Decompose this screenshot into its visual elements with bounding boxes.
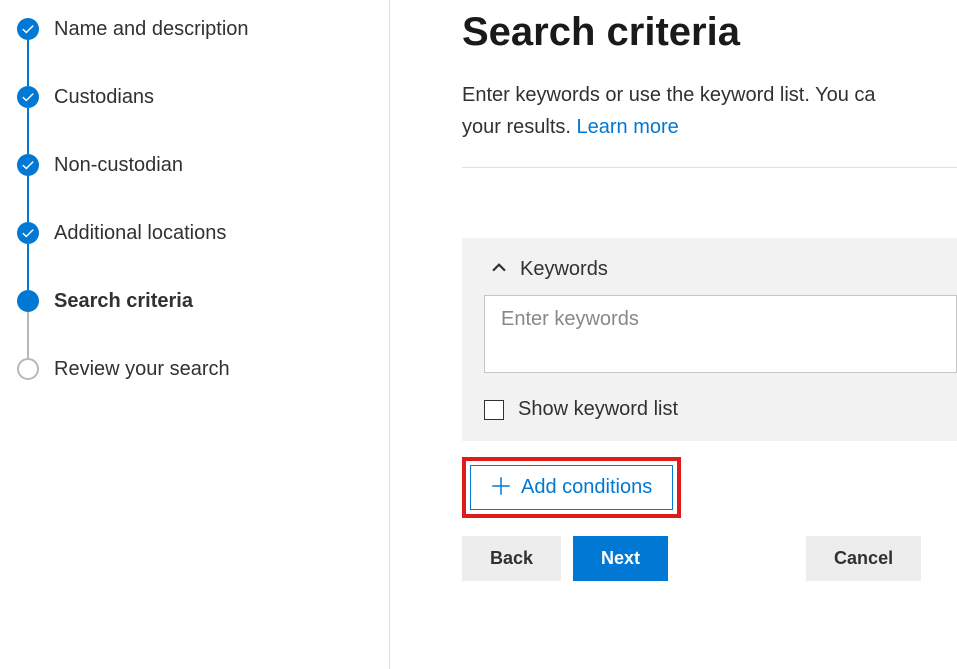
next-button[interactable]: Next bbox=[573, 536, 668, 581]
step-custodians[interactable]: Custodians bbox=[16, 86, 389, 154]
page-title: Search criteria bbox=[462, 10, 957, 55]
step-additional-locations[interactable]: Additional locations bbox=[16, 222, 389, 290]
step-label: Review your search bbox=[40, 358, 230, 380]
learn-more-link[interactable]: Learn more bbox=[576, 116, 678, 138]
add-conditions-button[interactable]: Add conditions bbox=[470, 465, 673, 510]
pending-step-icon bbox=[17, 358, 39, 380]
step-label: Additional locations bbox=[40, 222, 226, 244]
check-icon bbox=[17, 222, 39, 244]
keywords-toggle[interactable]: Keywords bbox=[462, 238, 957, 295]
show-keyword-list-checkbox[interactable] bbox=[484, 400, 504, 420]
check-icon bbox=[17, 154, 39, 176]
active-step-icon bbox=[17, 290, 39, 312]
divider bbox=[462, 167, 957, 168]
step-label: Custodians bbox=[40, 86, 154, 108]
step-review-search[interactable]: Review your search bbox=[16, 358, 389, 380]
wizard-steps: Name and description Custodians bbox=[0, 0, 390, 669]
keywords-section: Keywords Show keyword list bbox=[462, 238, 957, 441]
back-button[interactable]: Back bbox=[462, 536, 561, 581]
step-label: Non-custodian bbox=[40, 154, 183, 176]
check-icon bbox=[17, 86, 39, 108]
step-non-custodian[interactable]: Non-custodian bbox=[16, 154, 389, 222]
keywords-label: Keywords bbox=[520, 258, 608, 281]
plus-icon bbox=[491, 476, 511, 499]
step-name-description[interactable]: Name and description bbox=[16, 18, 389, 86]
step-search-criteria[interactable]: Search criteria bbox=[16, 290, 389, 358]
keywords-input[interactable] bbox=[484, 295, 957, 373]
button-row: Back Next Cancel bbox=[462, 536, 957, 581]
show-keyword-list-label: Show keyword list bbox=[518, 398, 678, 421]
step-label: Name and description bbox=[40, 18, 249, 40]
chevron-up-icon bbox=[490, 258, 508, 281]
page-description: Enter keywords or use the keyword list. … bbox=[462, 79, 957, 143]
main-panel: Search criteria Enter keywords or use th… bbox=[390, 0, 957, 669]
check-icon bbox=[17, 18, 39, 40]
cancel-button[interactable]: Cancel bbox=[806, 536, 921, 581]
highlight-annotation: Add conditions bbox=[462, 457, 681, 518]
step-label: Search criteria bbox=[40, 290, 193, 312]
